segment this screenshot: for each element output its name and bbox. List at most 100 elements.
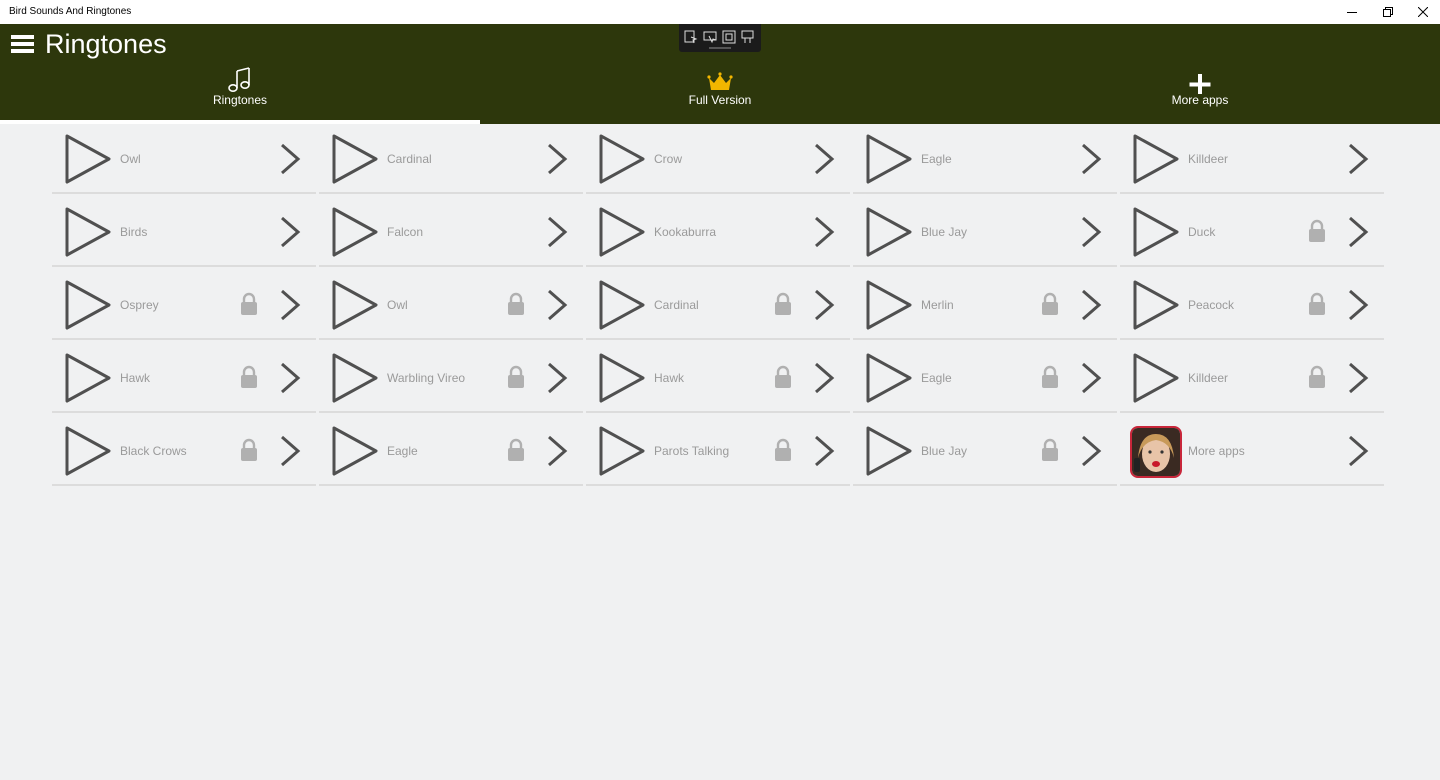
play-icon[interactable] [1132, 206, 1180, 258]
window-titlebar: Bird Sounds And Ringtones [0, 0, 1440, 24]
ringtone-item[interactable]: Hawk [586, 343, 850, 413]
play-icon[interactable] [1132, 352, 1180, 404]
play-icon[interactable] [64, 425, 112, 477]
more-apps-item[interactable]: More apps [1120, 416, 1384, 486]
play-icon[interactable] [865, 425, 913, 477]
ringtone-name: Eagle [921, 371, 952, 385]
play-icon[interactable] [331, 425, 379, 477]
ringtone-item[interactable]: Killdeer [1120, 343, 1384, 413]
ringtone-item[interactable]: Eagle [319, 416, 583, 486]
tab-more-apps[interactable]: More apps [960, 60, 1440, 124]
lock-icon [775, 365, 791, 388]
ringtone-item[interactable]: Eagle [853, 124, 1117, 194]
chevron-right-icon[interactable] [278, 215, 302, 249]
lock-icon [1042, 438, 1058, 461]
ringtone-name: Parots Talking [654, 444, 730, 458]
ringtone-item[interactable]: Falcon [319, 197, 583, 267]
ringtone-item[interactable]: Warbling Vireo [319, 343, 583, 413]
close-button[interactable] [1400, 0, 1440, 24]
chevron-right-icon[interactable] [812, 288, 836, 322]
ringtone-item[interactable]: Killdeer [1120, 124, 1384, 194]
play-icon[interactable] [64, 279, 112, 331]
chevron-right-icon[interactable] [1346, 142, 1370, 176]
chevron-right-icon[interactable] [812, 142, 836, 176]
play-icon[interactable] [1132, 133, 1180, 185]
ringtone-item[interactable]: Hawk [52, 343, 316, 413]
play-icon[interactable] [598, 206, 646, 258]
hamburger-menu-button[interactable] [11, 32, 35, 56]
select-element-icon[interactable] [684, 30, 698, 44]
chevron-right-icon[interactable] [1346, 288, 1370, 322]
chevron-right-icon[interactable] [545, 288, 569, 322]
chevron-right-icon[interactable] [1079, 142, 1103, 176]
chevron-right-icon[interactable] [278, 434, 302, 468]
play-icon[interactable] [64, 206, 112, 258]
ringtone-item[interactable]: Birds [52, 197, 316, 267]
ringtone-item[interactable]: Peacock [1120, 270, 1384, 340]
play-icon[interactable] [598, 352, 646, 404]
play-icon[interactable] [865, 279, 913, 331]
play-icon[interactable] [1132, 279, 1180, 331]
ringtone-item[interactable]: Cardinal [586, 270, 850, 340]
ringtone-name: Hawk [120, 371, 151, 385]
play-icon[interactable] [865, 133, 913, 185]
chevron-right-icon[interactable] [1079, 215, 1103, 249]
chevron-right-icon[interactable] [812, 215, 836, 249]
debug-toolbar [679, 24, 761, 52]
ringtone-item[interactable]: Kookaburra [586, 197, 850, 267]
chevron-right-icon[interactable] [545, 142, 569, 176]
play-icon[interactable] [598, 133, 646, 185]
chevron-right-icon[interactable] [1079, 288, 1103, 322]
ringtone-item[interactable]: Owl [52, 124, 316, 194]
play-icon[interactable] [331, 206, 379, 258]
chevron-right-icon[interactable] [278, 142, 302, 176]
ringtone-item[interactable]: Owl [319, 270, 583, 340]
chevron-right-icon[interactable] [812, 361, 836, 395]
chevron-right-icon[interactable] [812, 434, 836, 468]
chevron-right-icon[interactable] [545, 215, 569, 249]
play-icon[interactable] [865, 352, 913, 404]
play-icon[interactable] [331, 279, 379, 331]
ringtone-item[interactable]: Merlin [853, 270, 1117, 340]
chevron-right-icon[interactable] [1346, 434, 1370, 468]
ringtone-item[interactable]: Black Crows [52, 416, 316, 486]
chevron-right-icon[interactable] [1079, 361, 1103, 395]
play-icon[interactable] [64, 352, 112, 404]
ringtone-item[interactable]: Blue Jay [853, 197, 1117, 267]
track-focus-icon[interactable] [722, 30, 736, 44]
ringtone-item[interactable]: Blue Jay [853, 416, 1117, 486]
chevron-right-icon[interactable] [1346, 361, 1370, 395]
lock-icon [241, 438, 257, 461]
lock-icon [775, 438, 791, 461]
play-icon[interactable] [331, 133, 379, 185]
chevron-right-icon[interactable] [545, 434, 569, 468]
lock-icon [1309, 365, 1325, 388]
ringtone-item[interactable]: Cardinal [319, 124, 583, 194]
play-icon[interactable] [598, 279, 646, 331]
ringtone-item[interactable]: Duck [1120, 197, 1384, 267]
play-icon[interactable] [598, 425, 646, 477]
play-icon[interactable] [331, 352, 379, 404]
ringtone-item[interactable]: Parots Talking [586, 416, 850, 486]
contrast-check-icon[interactable] [741, 30, 755, 44]
ringtone-name: Eagle [921, 152, 952, 166]
display-layout-icon[interactable] [703, 30, 717, 44]
play-icon[interactable] [64, 133, 112, 185]
ringtone-name: Osprey [120, 298, 159, 312]
chevron-right-icon[interactable] [1079, 434, 1103, 468]
ringtone-name: Blue Jay [921, 225, 968, 239]
chevron-right-icon[interactable] [278, 288, 302, 322]
ringtone-item[interactable]: Osprey [52, 270, 316, 340]
ringtone-item[interactable]: Crow [586, 124, 850, 194]
tab-full-version[interactable]: Full Version [480, 60, 960, 124]
tab-ringtones[interactable]: Ringtones [0, 60, 480, 124]
ringtone-item[interactable]: Eagle [853, 343, 1117, 413]
chevron-right-icon[interactable] [545, 361, 569, 395]
ringtone-name: Cardinal [387, 152, 432, 166]
app-thumbnail-image[interactable] [1130, 426, 1182, 478]
ringtone-name: Black Crows [120, 444, 187, 458]
chevron-right-icon[interactable] [1346, 215, 1370, 249]
music-notes-icon [228, 67, 250, 92]
chevron-right-icon[interactable] [278, 361, 302, 395]
play-icon[interactable] [865, 206, 913, 258]
